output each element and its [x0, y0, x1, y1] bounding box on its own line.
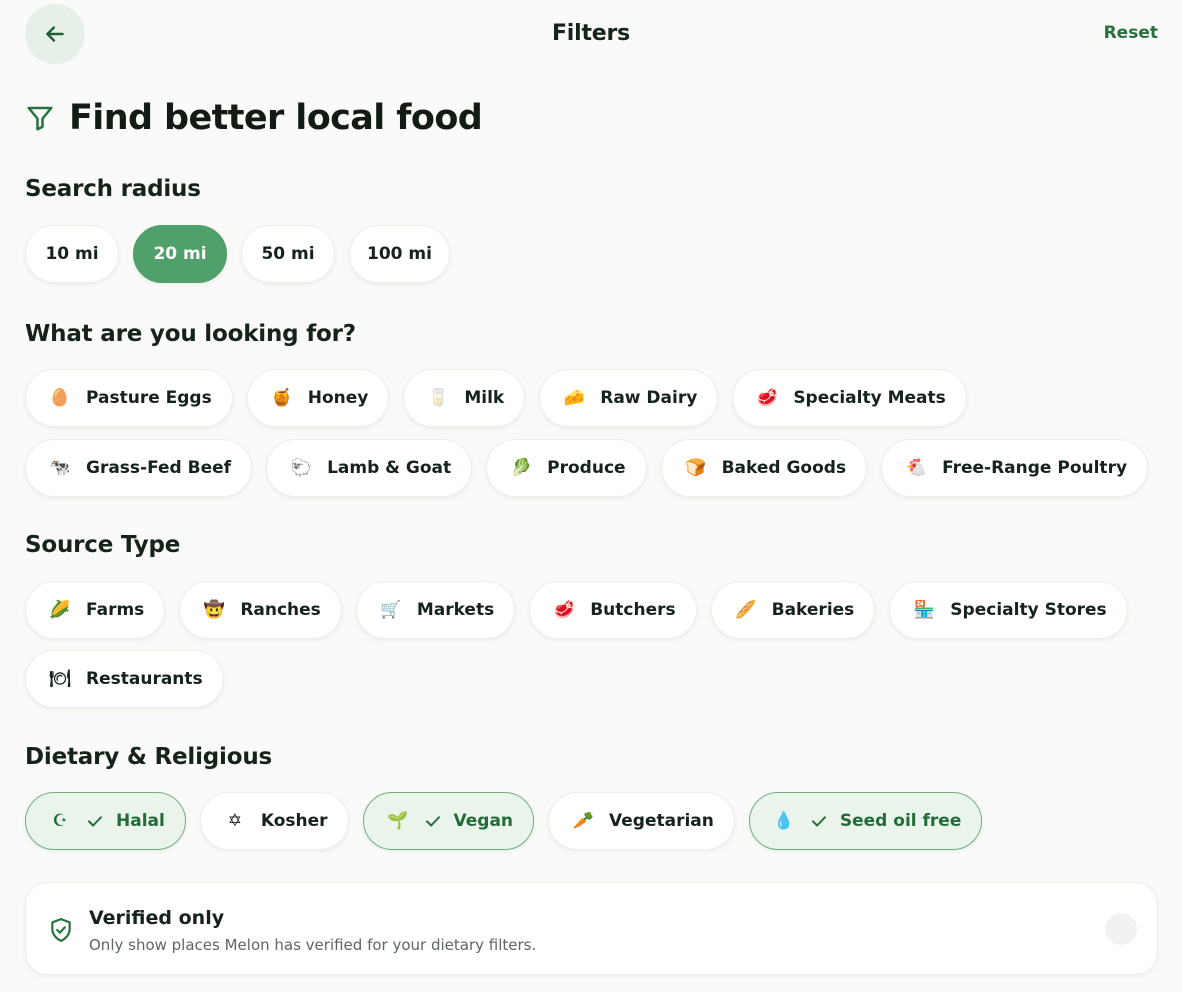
farms-icon: 🌽 — [49, 599, 71, 620]
filter-icon — [27, 106, 53, 131]
restaurants-icon: 🍽 — [49, 668, 71, 689]
chip-label: Lamb & Goat — [327, 458, 452, 478]
search-radius-heading: Search radius — [25, 176, 201, 202]
chip-label: Farms — [86, 600, 145, 620]
vegan-icon: 🌱 — [386, 810, 409, 831]
lamb-and-goat-icon: 🐑 — [290, 457, 312, 478]
specialty-meats-icon: 🥩 — [756, 387, 778, 408]
baked-goods-icon: 🍞 — [684, 457, 707, 478]
source-chip-ranches[interactable]: 🤠 Ranches — [179, 581, 342, 639]
dietary-heading: Dietary & Religious — [25, 744, 272, 770]
source-chip-specialty-stores[interactable]: 🏪 Specialty Stores — [889, 581, 1128, 639]
chip-label: Bakeries — [771, 600, 855, 620]
source-chips-row-1: 🌽 Farms 🤠 Ranches 🛒 Markets 🥩 Butchers 🥖 Bakeries… — [25, 581, 1128, 639]
source-chip-restaurants[interactable]: 🍽 Restaurants — [25, 650, 224, 708]
dietary-chip-vegetarian[interactable]: 🥕 Vegetarian — [548, 792, 735, 850]
butchers-icon: 🥩 — [553, 599, 575, 620]
dietary-chip-halal[interactable]: ☪ Halal — [25, 792, 186, 850]
looking-chip-lamb-and-goat[interactable]: 🐑 Lamb & Goat — [266, 439, 473, 497]
halal-icon: ☪ — [52, 810, 68, 831]
radius-option-label: 50 mi — [261, 244, 315, 264]
seed-oil-free-icon: 💧 — [773, 810, 795, 831]
radius-option-100-mi[interactable]: 100 mi — [349, 225, 450, 283]
ranches-icon: 🤠 — [203, 599, 225, 620]
chip-label: Vegetarian — [609, 811, 714, 831]
source-chip-markets[interactable]: 🛒 Markets — [355, 581, 516, 639]
top-bar: Filters Reset — [0, 0, 1182, 70]
hero-title: Find better local food — [69, 98, 483, 138]
verified-title: Verified only — [89, 907, 225, 929]
verified-only-card[interactable]: Verified only Only show places Melon has… — [25, 882, 1158, 975]
radius-option-label: 100 mi — [367, 244, 432, 264]
chip-label: Restaurants — [86, 669, 203, 689]
verified-description: Only show places Melon has verified for … — [89, 936, 537, 954]
markets-icon: 🛒 — [380, 599, 402, 620]
chip-label: Specialty Stores — [950, 600, 1107, 620]
radius-option-label: 10 mi — [45, 244, 99, 264]
dietary-chip-seed-oil-free[interactable]: 💧 Seed oil free — [748, 792, 983, 850]
dietary-chip-vegan[interactable]: 🌱 Vegan — [362, 792, 535, 850]
grass-fed-beef-icon: 🐄 — [49, 457, 71, 478]
chip-label: Honey — [307, 388, 369, 408]
looking-chip-free-range-poultry[interactable]: 🐔 Free-Range Poultry — [881, 439, 1149, 497]
page-title: Filters — [551, 21, 631, 46]
hero-heading: Find better local food — [25, 98, 483, 138]
chip-label: Milk — [464, 388, 505, 408]
vegetarian-icon: 🥕 — [572, 810, 594, 831]
source-chips-row-2: 🍽 Restaurants — [25, 650, 224, 708]
product-chips-row-1: 🥚 Pasture Eggs 🍯 Honey 🥛 Milk 🧀 Raw Dairy 🥩 Speci… — [25, 369, 967, 427]
radius-option-label: 20 mi — [153, 244, 207, 264]
verified-toggle[interactable] — [1105, 913, 1137, 945]
chip-label: Seed oil free — [839, 811, 962, 831]
chip-label: Produce — [547, 458, 626, 478]
looking-chip-specialty-meats[interactable]: 🥩 Specialty Meats — [732, 369, 967, 427]
reset-button[interactable]: Reset — [1104, 23, 1158, 43]
pasture-eggs-icon: 🥚 — [49, 387, 71, 408]
milk-icon: 🥛 — [427, 387, 449, 408]
check-icon — [810, 812, 828, 830]
dietary-chips: ☪ Halal ✡ Kosher 🌱 Vegan 🥕 Vegetarian 💧 Seed oil … — [25, 792, 983, 850]
check-icon — [424, 812, 442, 830]
radius-option-10-mi[interactable]: 10 mi — [25, 225, 119, 283]
chip-label: Vegan — [453, 811, 514, 831]
chip-label: Grass-Fed Beef — [86, 458, 232, 478]
looking-chip-baked-goods[interactable]: 🍞 Baked Goods — [660, 439, 868, 497]
chip-label: Raw Dairy — [600, 388, 698, 408]
looking-for-heading: What are you looking for? — [25, 321, 356, 347]
chip-label: Markets — [416, 600, 495, 620]
kosher-icon: ✡ — [227, 810, 242, 831]
looking-chip-pasture-eggs[interactable]: 🥚 Pasture Eggs — [25, 369, 233, 427]
looking-chip-milk[interactable]: 🥛 Milk — [403, 369, 526, 427]
looking-chip-honey[interactable]: 🍯 Honey — [246, 369, 390, 427]
chip-label: Halal — [116, 811, 165, 831]
check-icon — [86, 812, 104, 830]
radius-option-50-mi[interactable]: 50 mi — [241, 225, 335, 283]
honey-icon: 🍯 — [271, 387, 293, 408]
chip-label: Free-Range Poultry — [942, 458, 1128, 478]
chip-label: Baked Goods — [721, 458, 847, 478]
specialty-stores-icon: 🏪 — [913, 599, 935, 620]
chip-label: Ranches — [240, 600, 321, 620]
source-type-heading: Source Type — [25, 532, 181, 558]
source-chip-farms[interactable]: 🌽 Farms — [25, 581, 166, 639]
free-range-poultry-icon: 🐔 — [905, 457, 927, 478]
looking-chip-grass-fed-beef[interactable]: 🐄 Grass-Fed Beef — [25, 439, 253, 497]
bakeries-icon: 🥖 — [735, 599, 757, 620]
looking-chip-raw-dairy[interactable]: 🧀 Raw Dairy — [539, 369, 719, 427]
produce-icon: 🥬 — [510, 457, 532, 478]
source-chip-butchers[interactable]: 🥩 Butchers — [529, 581, 697, 639]
chip-label: Specialty Meats — [793, 388, 946, 408]
chip-label: Kosher — [260, 811, 328, 831]
product-chips-row-2: 🐄 Grass-Fed Beef 🐑 Lamb & Goat 🥬 Produce 🍞 Bake… — [25, 439, 1149, 497]
chip-label: Pasture Eggs — [86, 388, 212, 408]
radius-options: 10 mi 20 mi 50 mi 100 mi — [25, 225, 450, 283]
dietary-chip-kosher[interactable]: ✡ Kosher — [199, 792, 349, 850]
chip-label: Butchers — [590, 600, 676, 620]
looking-chip-produce[interactable]: 🥬 Produce — [486, 439, 647, 497]
radius-option-20-mi[interactable]: 20 mi — [133, 225, 227, 283]
shield-check-icon — [51, 918, 71, 942]
source-chip-bakeries[interactable]: 🥖 Bakeries — [710, 581, 876, 639]
raw-dairy-icon: 🧀 — [563, 387, 585, 408]
